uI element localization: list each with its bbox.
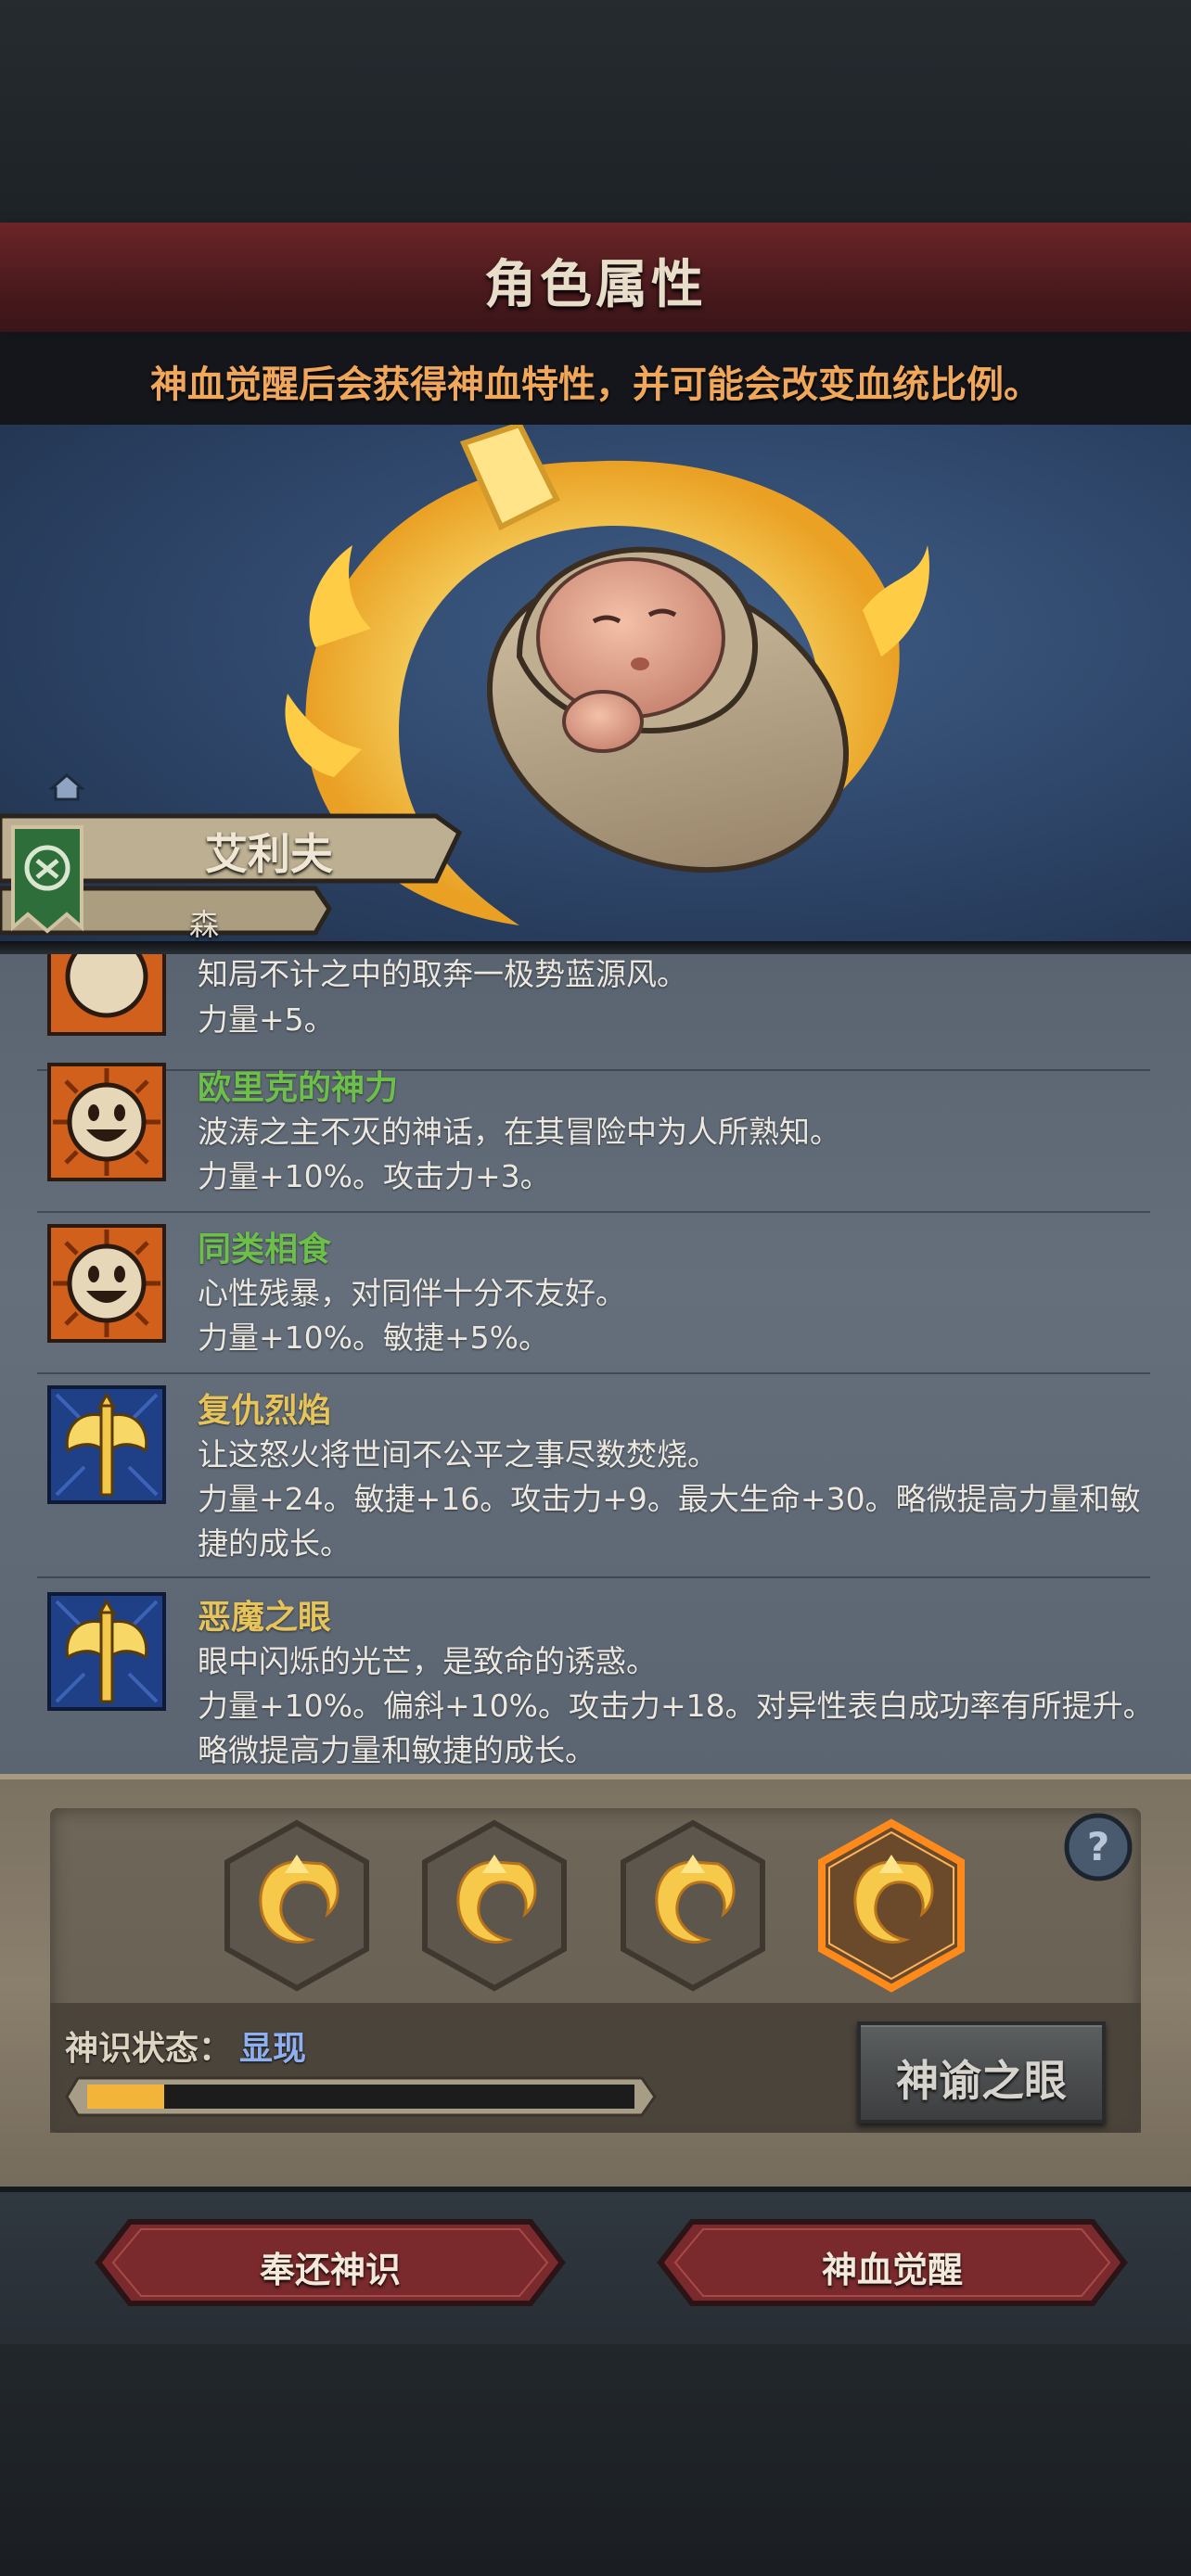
trait-name: 欧里克的神力 [198, 1069, 399, 1107]
smile-face-icon [47, 1224, 166, 1343]
divine-crest-slot-1[interactable] [218, 1817, 376, 1994]
trait-desc-line: 心性残暴，对同伴十分不友好。 [198, 1275, 626, 1311]
oracle-eye-label: 神谕之眼 [896, 2056, 1067, 2106]
trait-effect-line: 力量+10%。敏捷+5%。 [198, 1320, 550, 1356]
trait-effect-line: 力量+24。敏捷+16。攻击力+9。最大生命+30。略微提高力量和敏 [198, 1481, 1141, 1517]
trait-effect-line: 力量+5。 [198, 1001, 335, 1038]
smile-face-icon [47, 954, 166, 1036]
hero-class-tag: 森 [188, 907, 219, 942]
trait-name: 同类相食 [198, 1231, 332, 1269]
trait-effect-line: 捷的成长。 [198, 1525, 351, 1562]
awareness-status-label: 神识状态： [65, 2030, 233, 2068]
guild-banner-icon [11, 825, 83, 934]
trait-effect-line: 力量+10%。偏斜+10%。攻击力+18。对异性表白成功率有所提升。 [198, 1688, 1154, 1724]
divine-blood-awaken-label: 神血觉醒 [821, 2250, 963, 2290]
traits-list[interactable]: 知局不计之中的取奔一极势蓝源风。 力量+5。 欧里克的神力 波涛之主不灭的神话，… [0, 954, 1191, 1774]
smile-face-icon [47, 1063, 166, 1181]
return-awareness-label: 奉还神识 [259, 2250, 401, 2290]
golden-axe-icon [47, 1592, 166, 1711]
trait-effect-line: 略微提高力量和敏捷的成长。 [198, 1732, 596, 1768]
golden-axe-icon [47, 1385, 166, 1504]
divine-crest-slot-4-selected[interactable] [813, 1817, 970, 1994]
divine-crest-slot-2[interactable] [416, 1817, 573, 1994]
home-icon[interactable] [48, 772, 85, 803]
progress-fill [87, 2085, 164, 2109]
awareness-status-value: 显现 [239, 2030, 307, 2068]
top-background [0, 0, 1191, 232]
trait-effect-line: 力量+10%。攻击力+3。 [198, 1158, 551, 1194]
trait-desc-line: 让这怒火将世间不公平之事尽数焚烧。 [198, 1436, 718, 1473]
bottom-background [0, 2344, 1191, 2576]
trait-name: 复仇烈焰 [198, 1392, 332, 1430]
svg-text:?: ? [1087, 1824, 1109, 1869]
trait-desc-line: 波涛之主不灭的神话，在其冒险中为人所熟知。 [198, 1114, 840, 1150]
awareness-progress-bar [65, 2076, 657, 2117]
trait-name: 恶魔之眼 [198, 1599, 332, 1637]
divider [0, 941, 1191, 954]
divine-crest-slot-3[interactable] [614, 1817, 772, 1994]
trait-desc-line: 知局不计之中的取奔一极势蓝源风。 [198, 956, 687, 992]
help-icon[interactable]: ? [1061, 1810, 1135, 1884]
trait-desc-line: 眼中闪烁的光芒，是致命的诱惑。 [198, 1643, 657, 1679]
page-subtitle: 神血觉醒后会获得神血特性，并可能会改变血统比例。 [150, 363, 1041, 406]
page-title: 角色属性 [484, 255, 707, 315]
hero-name: 艾利夫 [205, 829, 333, 879]
